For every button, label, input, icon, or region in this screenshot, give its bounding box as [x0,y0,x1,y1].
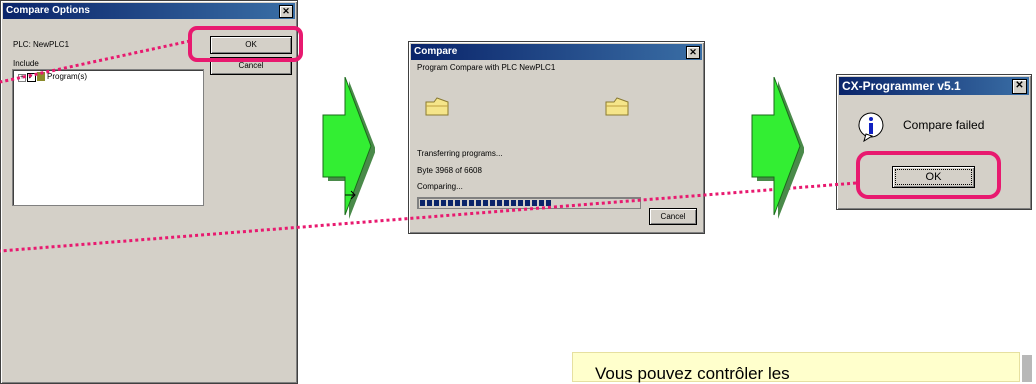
status-comparing: Comparing... [417,182,463,191]
cx-dialog-message: Compare failed [903,118,985,132]
plc-name: NewPLC1 [33,40,70,49]
close-icon[interactable]: ✕ [1012,79,1027,94]
close-icon[interactable]: ✕ [279,5,293,18]
cx-dialog-titlebar: CX-Programmer v5.1 ✕ [839,77,1029,95]
folder-icon [425,97,449,116]
ok-highlight [188,26,303,62]
right-arrow-icon [322,77,375,219]
plc-label: PLC: [13,40,31,49]
close-icon[interactable]: ✕ [686,46,700,59]
progress-fill [420,200,551,206]
cx-dialog-title: CX-Programmer v5.1 [842,79,961,93]
compare-heading: Program Compare with PLC NewPLC1 [417,63,556,72]
status-bytes: Byte 3968 of 6608 [417,166,482,175]
compare-titlebar: Compare ✕ [411,44,702,60]
compare-options-title: Compare Options [6,5,90,16]
expand-icon[interactable]: + [18,74,26,82]
include-label: Include [13,59,39,68]
note-scrollbar [1022,355,1032,382]
compare-options-titlebar: Compare Options ✕ [3,3,295,19]
checkbox-icon[interactable]: ✓ [27,73,36,82]
tree-item-programs[interactable]: Program(s) [47,72,87,81]
program-icon [37,72,45,81]
compare-window: Compare ✕ Program Compare with PLC NewPL… [408,41,705,234]
info-icon [858,112,884,142]
compare-title: Compare [414,46,458,57]
info-note: Vous pouvez contrôler les [572,352,1020,383]
folder-icon [605,97,629,116]
cx-ok-highlight [856,151,1001,199]
status-transferring: Transferring programs... [417,149,503,158]
include-tree[interactable]: + ✓ Program(s) [12,69,204,206]
right-arrow-icon [751,77,804,219]
cancel-button[interactable]: Cancel [649,208,697,225]
info-note-text: Vous pouvez contrôler les [595,364,790,383]
progress-bar [417,197,641,209]
